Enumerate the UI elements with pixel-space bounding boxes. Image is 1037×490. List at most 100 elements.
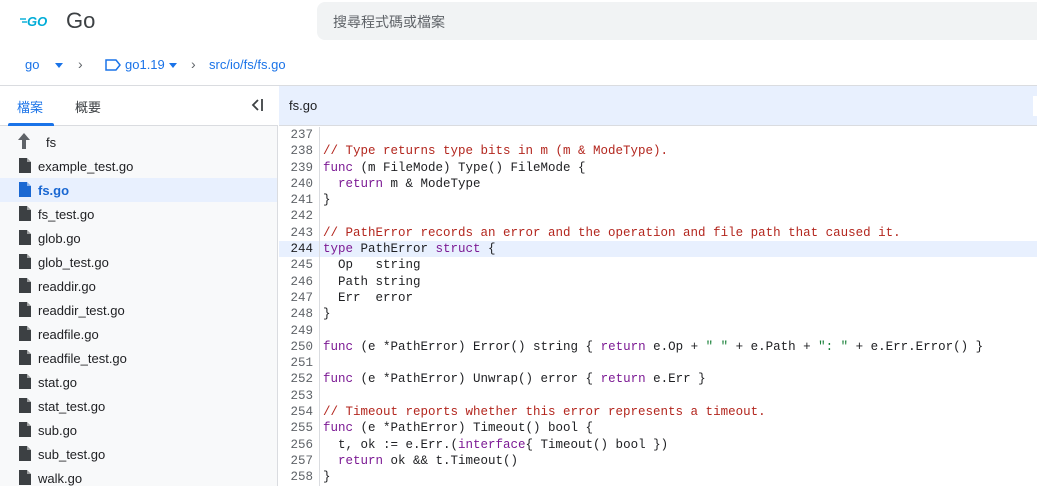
go-logo-icon[interactable]: GO (20, 10, 52, 32)
line-number[interactable]: 244 (279, 241, 313, 257)
tab-files[interactable]: 檔案 (17, 97, 43, 116)
file-icon (19, 230, 31, 245)
code-text: type PathError struct { (323, 242, 496, 257)
parent-directory-label: fs (46, 135, 57, 150)
code-text: Op string (323, 258, 421, 273)
line-number[interactable]: 252 (279, 371, 313, 387)
file-item-label: example_test.go (38, 159, 134, 174)
code-line: 253 (279, 387, 1037, 405)
line-number[interactable]: 254 (279, 404, 313, 420)
code-text: } (323, 470, 331, 485)
gutter-divider (319, 338, 320, 356)
line-number[interactable]: 258 (279, 469, 313, 485)
code-text: // Timeout reports whether this error re… (323, 405, 766, 420)
code-text: func (e *PathError) Error() string { ret… (323, 339, 984, 354)
breadcrumb-path[interactable]: src/io/fs/fs.go (209, 57, 286, 72)
line-number[interactable]: 237 (279, 127, 313, 143)
line-number[interactable]: 238 (279, 143, 313, 159)
header-scroll-marker (1033, 96, 1037, 116)
line-number[interactable]: 246 (279, 274, 313, 290)
gutter-divider (319, 436, 320, 453)
gutter-divider (319, 224, 320, 242)
ref-dropdown-icon[interactable] (169, 63, 177, 68)
search-input[interactable]: 搜尋程式碼或檔案 (317, 2, 1037, 40)
file-item[interactable]: example_test.go (0, 154, 277, 178)
code-line: 243 // PathError records an error and the… (279, 224, 1037, 242)
file-icon (19, 278, 31, 293)
breadcrumb: go › go1.19 › src/io/fs/fs.go (0, 44, 1037, 86)
line-number[interactable]: 241 (279, 192, 313, 208)
file-item[interactable]: fs_test.go (0, 202, 277, 226)
breadcrumb-ref[interactable]: go1.19 (125, 57, 165, 72)
line-number[interactable]: 248 (279, 306, 313, 322)
gutter-divider (319, 306, 320, 323)
breadcrumb-repo[interactable]: go (25, 57, 39, 72)
line-number[interactable]: 251 (279, 355, 313, 371)
line-number[interactable]: 245 (279, 257, 313, 273)
file-item-label: readfile.go (38, 327, 99, 342)
collapse-sidebar-icon[interactable] (248, 96, 266, 114)
line-number[interactable]: 255 (279, 420, 313, 436)
file-item-label: readdir_test.go (38, 303, 125, 318)
file-item-label: walk.go (38, 471, 83, 486)
sidebar-tabs: 檔案 概要 (0, 86, 278, 126)
line-number[interactable]: 249 (279, 323, 313, 339)
file-icon (19, 158, 31, 173)
code-text: } (323, 193, 331, 208)
file-item[interactable]: sub.go (0, 418, 277, 442)
code-line: 248} (279, 306, 1037, 323)
code-line: 256 t, ok := e.Err.(interface{ Timeout()… (279, 436, 1037, 453)
repo-dropdown-icon[interactable] (55, 63, 63, 68)
file-item[interactable]: readfile.go (0, 322, 277, 346)
file-item[interactable]: glob_test.go (0, 250, 277, 274)
file-item-label: glob.go (38, 231, 81, 246)
line-number[interactable]: 253 (279, 388, 313, 404)
line-number[interactable]: 243 (279, 225, 313, 241)
file-item[interactable]: stat_test.go (0, 394, 277, 418)
code-viewer: fs.go 237 238 // Type returns type bits in… (279, 86, 1037, 486)
line-number[interactable]: 250 (279, 339, 313, 355)
file-title: fs.go (289, 98, 318, 113)
file-icon (19, 374, 31, 389)
file-item[interactable]: readdir.go (0, 274, 277, 298)
tag-icon (105, 59, 121, 71)
file-icon (19, 398, 31, 413)
gutter-divider (319, 143, 320, 160)
code-line: 250 func (e *PathError) Error() string { … (279, 338, 1037, 356)
top-bar: GO Go 搜尋程式碼或檔案 (0, 0, 1037, 44)
file-item-label: sub_test.go (38, 447, 106, 462)
file-item[interactable]: readdir_test.go (0, 298, 277, 322)
file-item-label: readfile_test.go (38, 351, 127, 366)
file-item[interactable]: sub_test.go (0, 442, 277, 466)
file-item[interactable]: glob.go (0, 226, 277, 250)
chevron-right-icon: › (191, 56, 196, 72)
code-line: 254 // Timeout reports whether this error… (279, 404, 1037, 421)
code-text: func (m FileMode) Type() FileMode { (323, 160, 586, 175)
gutter-divider (319, 452, 320, 470)
code-line: 257 return ok && t.Timeout() (279, 452, 1037, 470)
line-number[interactable]: 242 (279, 208, 313, 224)
code-text: func (e *PathError) Unwrap() error { ret… (323, 372, 706, 387)
file-header: fs.go (279, 86, 1037, 126)
code-line: 241} (279, 192, 1037, 209)
file-item[interactable]: readfile_test.go (0, 346, 277, 370)
chevron-right-icon: › (78, 56, 83, 72)
tab-overview[interactable]: 概要 (75, 97, 101, 116)
file-item-label: readdir.go (38, 279, 96, 294)
gutter-divider (319, 420, 320, 437)
gutter-divider (319, 404, 320, 421)
search-placeholder: 搜尋程式碼或檔案 (333, 14, 445, 30)
line-number[interactable]: 256 (279, 437, 313, 453)
line-number[interactable]: 240 (279, 176, 313, 192)
line-number[interactable]: 257 (279, 453, 313, 469)
code-line: 246 Path string (279, 273, 1037, 290)
line-number[interactable]: 247 (279, 290, 313, 306)
file-item[interactable]: stat.go (0, 370, 277, 394)
parent-directory[interactable]: fs (0, 130, 277, 154)
gutter-divider (319, 322, 320, 339)
line-number[interactable]: 239 (279, 160, 313, 176)
gutter-divider (319, 257, 320, 274)
file-item[interactable]: fs.go (0, 178, 277, 202)
code-line: 242 (279, 208, 1037, 225)
file-item[interactable]: walk.go (0, 466, 277, 490)
